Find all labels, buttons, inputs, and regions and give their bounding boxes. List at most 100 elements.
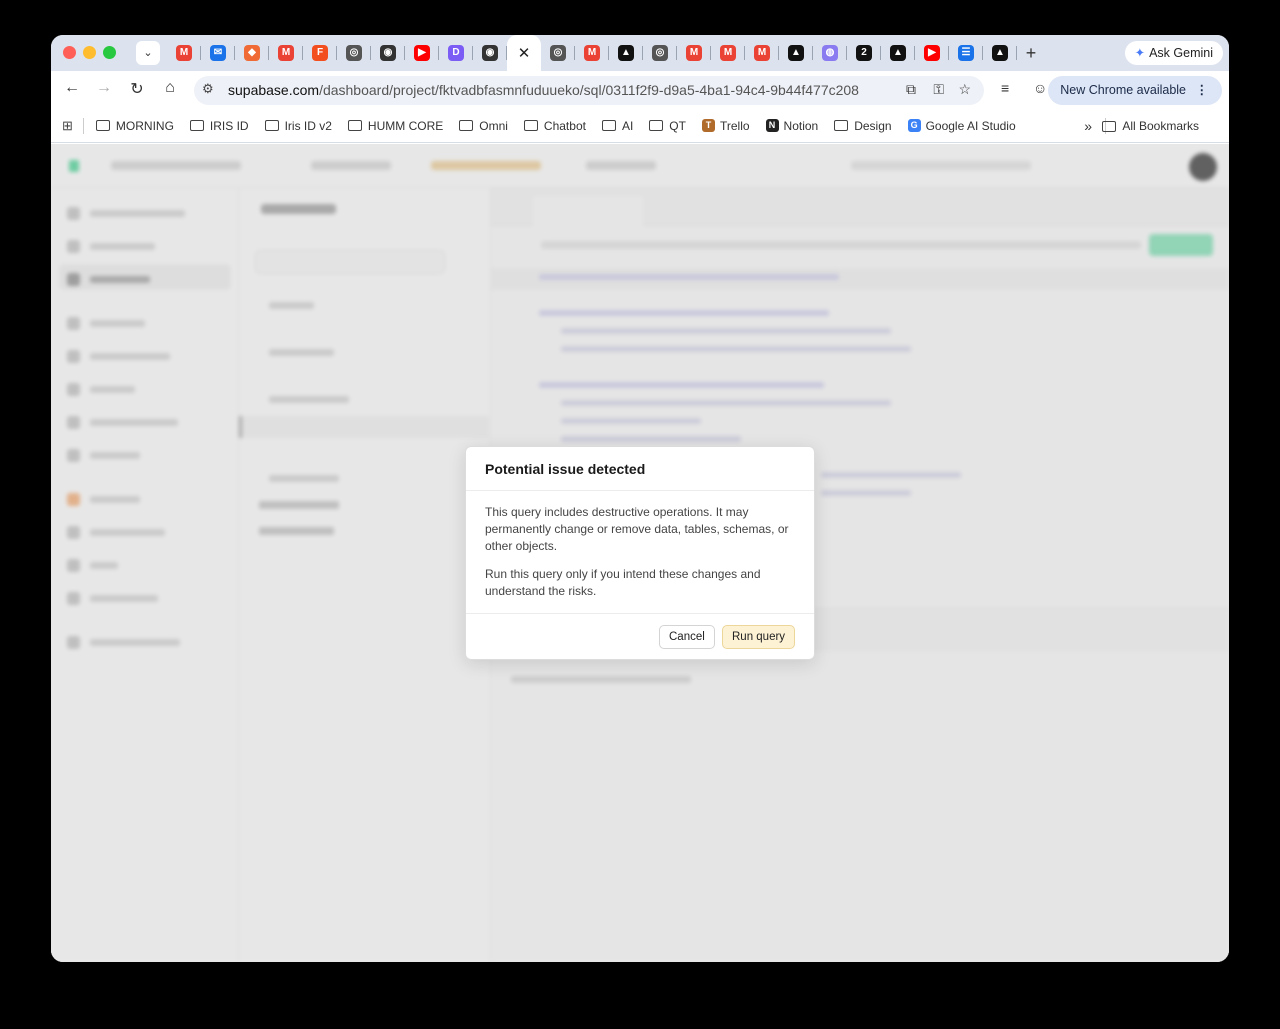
browser-tab[interactable]: ◎ (337, 35, 371, 71)
bookmark-item[interactable]: T Trello (701, 119, 750, 133)
page-content: Potential issue detected This query incl… (51, 144, 1229, 962)
folder-icon (264, 120, 279, 131)
url-text[interactable]: supabase.com/dashboard/project/fktvadbfa… (228, 82, 859, 98)
maximize-window-button[interactable] (103, 46, 116, 59)
dialog-warning-text: This query includes destructive operatio… (485, 505, 789, 553)
bookmark-item[interactable]: MORNING (95, 118, 174, 133)
destructive-query-dialog: Potential issue detected This query incl… (465, 446, 815, 660)
browser-tab[interactable]: ▲ (779, 35, 813, 71)
ask-gemini-label: Ask Gemini (1149, 46, 1213, 60)
folder-icon (601, 120, 616, 131)
address-bar[interactable]: ⚙ supabase.com/dashboard/project/fktvadb… (194, 76, 984, 105)
bookmark-item[interactable]: AI (601, 119, 633, 133)
gemini-icon: ✦ (1134, 46, 1146, 60)
close-window-button[interactable] (63, 46, 76, 59)
browser-tab[interactable]: M (745, 35, 779, 71)
browser-tab[interactable]: ◉ (371, 35, 405, 71)
cancel-button[interactable]: Cancel (659, 625, 715, 649)
media-control-icon[interactable]: ≡ (1001, 80, 1009, 96)
new-tab-button[interactable]: + (1017, 43, 1045, 64)
app-icon: ◆ (244, 45, 260, 61)
bookmark-item[interactable]: IRIS ID (189, 119, 249, 133)
browser-tab[interactable]: D (439, 35, 473, 71)
tab-active[interactable]: ✕ (507, 35, 541, 71)
install-app-icon[interactable]: ⧉ (906, 81, 916, 98)
profile-icon[interactable]: ☺ (1033, 80, 1047, 96)
browser-tab[interactable]: M (677, 35, 711, 71)
browser-tab[interactable]: ☰ (949, 35, 983, 71)
folder-icon (189, 120, 204, 131)
ask-gemini-button[interactable]: ✦ Ask Gemini (1124, 41, 1223, 65)
bookmark-item[interactable]: G Google AI Studio (907, 119, 1016, 133)
new-chrome-label: New Chrome available (1060, 83, 1187, 97)
url-path: /dashboard/project/fktvadbfasmnfuduueko/… (319, 82, 859, 98)
tab-list: M ✉ ◆ M F ◎ ◉ ▶ D ◉ ✕ ◎ M ▲ ◎ M M M ▲ ◍ 2 ▲ ▶ ☰ ▲ + (167, 35, 1045, 71)
bookmark-item[interactable]: Chatbot (523, 118, 586, 133)
bookmark-label: Omni (479, 118, 508, 133)
all-bookmarks-label: All Bookmarks (1122, 119, 1199, 133)
password-key-icon[interactable]: ⚿ (933, 81, 944, 98)
browser-tab[interactable]: ✉ (201, 35, 235, 71)
new-chrome-available-button[interactable]: New Chrome available ⋮ (1048, 76, 1222, 105)
openai-icon: ◉ (482, 45, 498, 61)
tab-strip: ⌄ M ✉ ◆ M F ◎ ◉ ▶ D ◉ ✕ ◎ M ▲ ◎ M M M ▲ ◍ 2 ▲ ▶ ☰ ▲ + ✦ Ask Gemini (51, 35, 1229, 71)
browser-tab[interactable]: ◉ (473, 35, 507, 71)
vercel-icon: ▲ (618, 45, 634, 61)
bookmark-item[interactable]: N Notion (765, 119, 818, 133)
back-icon[interactable]: ← (61, 79, 83, 97)
browser-tab[interactable]: M (269, 35, 303, 71)
bookmark-list: MORNING IRIS ID Iris ID v2 HUMM CORE Omni Cha… (95, 118, 1032, 133)
openai-icon: ◉ (380, 45, 396, 61)
bookmarks-overflow-button[interactable]: » (1084, 118, 1092, 134)
apps-grid-icon[interactable]: ⊞ (62, 118, 73, 134)
browser-tab[interactable]: ▶ (915, 35, 949, 71)
site-info-icon[interactable]: ⚙ (202, 81, 214, 97)
browser-tab[interactable]: ◍ (813, 35, 847, 71)
home-icon[interactable]: ⌂ (159, 79, 181, 97)
bookmark-label: Chatbot (543, 118, 586, 133)
browser-tab[interactable]: ◎ (541, 35, 575, 71)
trello-icon: T (701, 119, 715, 132)
minimize-window-button[interactable] (83, 46, 96, 59)
browser-tab[interactable]: ▲ (983, 35, 1017, 71)
bookmark-item[interactable]: Iris ID v2 (264, 118, 332, 133)
folder-icon (1102, 120, 1117, 132)
bookmark-star-icon[interactable]: ☆ (958, 81, 971, 98)
browser-tab[interactable]: 2 (847, 35, 881, 71)
browser-tab[interactable]: ▲ (609, 35, 643, 71)
close-tab-icon[interactable]: ✕ (518, 44, 531, 62)
all-bookmarks-button[interactable]: All Bookmarks (1102, 119, 1199, 133)
browser-tab[interactable]: M (711, 35, 745, 71)
folder-icon (347, 120, 362, 131)
bookmark-item[interactable]: Design (834, 118, 892, 133)
youtube-icon: ▶ (924, 45, 940, 61)
tab-search-button[interactable]: ⌄ (136, 41, 160, 65)
dialog-divider (466, 490, 814, 491)
folder-icon (95, 120, 110, 131)
browser-tab[interactable]: ◎ (643, 35, 677, 71)
forward-icon[interactable]: → (93, 79, 115, 97)
bookmark-item[interactable]: QT (649, 119, 686, 133)
browser-tab[interactable]: M (167, 35, 201, 71)
mail-icon: ✉ (210, 45, 226, 61)
browser-tab[interactable]: ◆ (235, 35, 269, 71)
run-query-button[interactable]: Run query (722, 625, 796, 649)
gmail-icon: M (754, 45, 770, 61)
dialog-advice-text: Run this query only if you intend these … (485, 567, 761, 598)
reload-icon[interactable]: ↻ (126, 79, 148, 99)
bookmark-label: Iris ID v2 (284, 118, 332, 133)
vercel-icon: ▲ (788, 45, 804, 61)
folder-icon (834, 120, 849, 131)
browser-tab[interactable]: ▲ (881, 35, 915, 71)
gmail-icon: M (686, 45, 702, 61)
bookmarks-bar: ⊞ MORNING IRIS ID Iris ID v2 HUMM CORE Omni C… (51, 109, 1229, 143)
dialog-divider (466, 613, 814, 614)
bookmark-label: MORNING (115, 118, 174, 133)
bookmark-label: Design (854, 118, 892, 133)
web-icon: ◎ (346, 45, 362, 61)
bookmark-item[interactable]: Omni (459, 119, 508, 133)
browser-tab[interactable]: ▶ (405, 35, 439, 71)
bookmark-item[interactable]: HUMM CORE (347, 119, 443, 133)
browser-tab[interactable]: M (575, 35, 609, 71)
browser-tab[interactable]: F (303, 35, 337, 71)
